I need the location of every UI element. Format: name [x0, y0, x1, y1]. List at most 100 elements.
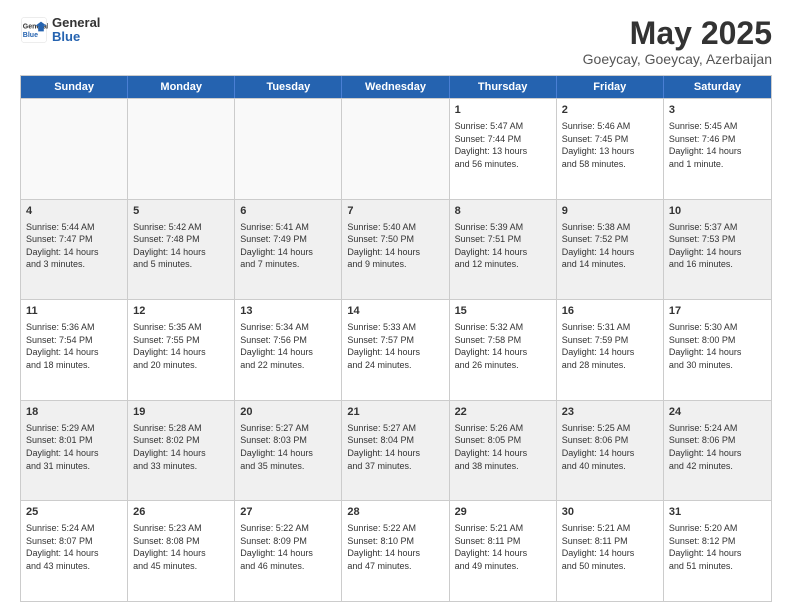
day-info: Sunrise: 5:46 AM Sunset: 7:45 PM Dayligh… — [562, 121, 635, 169]
calendar-cell: 16 Sunrise: 5:31 AM Sunset: 7:59 PM Dayli… — [557, 300, 664, 400]
day-number: 25 — [26, 505, 122, 520]
header-day-monday: Monday — [128, 76, 235, 98]
calendar-cell: 22 Sunrise: 5:26 AM Sunset: 8:05 PM Dayli… — [450, 401, 557, 501]
day-number: 22 — [455, 405, 551, 420]
day-info: Sunrise: 5:24 AM Sunset: 8:07 PM Dayligh… — [26, 523, 99, 571]
calendar-cell: 13Sunrise: 5:34 AM Sunset: 7:56 PM Dayli… — [235, 300, 342, 400]
day-number: 6 — [240, 204, 336, 219]
day-number: 20 — [240, 405, 336, 420]
day-info: Sunrise: 5:30 AM Sunset: 8:00 PM Dayligh… — [669, 322, 742, 370]
day-number: 7 — [347, 204, 443, 219]
calendar-cell: 24 Sunrise: 5:24 AM Sunset: 8:06 PM Dayli… — [664, 401, 771, 501]
day-number: 10 — [669, 204, 766, 219]
day-number: 1 — [455, 103, 551, 118]
page-title: May 2025 — [583, 16, 772, 51]
day-info: Sunrise: 5:27 AM Sunset: 8:03 PM Dayligh… — [240, 423, 313, 471]
calendar-row-1: 1 Sunrise: 5:47 AM Sunset: 7:44 PM Daylig… — [21, 98, 771, 199]
day-number: 15 — [455, 304, 551, 319]
day-number: 23 — [562, 405, 658, 420]
day-info: Sunrise: 5:21 AM Sunset: 8:11 PM Dayligh… — [455, 523, 528, 571]
day-info: Sunrise: 5:28 AM Sunset: 8:02 PM Dayligh… — [133, 423, 206, 471]
day-number: 19 — [133, 405, 229, 420]
day-info: Sunrise: 5:37 AM Sunset: 7:53 PM Dayligh… — [669, 222, 742, 270]
calendar-row-3: 11 Sunrise: 5:36 AM Sunset: 7:54 PM Dayli… — [21, 299, 771, 400]
day-info: Sunrise: 5:25 AM Sunset: 8:06 PM Dayligh… — [562, 423, 635, 471]
day-number: 2 — [562, 103, 658, 118]
calendar-cell: 18Sunrise: 5:29 AM Sunset: 8:01 PM Dayli… — [21, 401, 128, 501]
day-info: Sunrise: 5:27 AM Sunset: 8:04 PM Dayligh… — [347, 423, 420, 471]
header-day-sunday: Sunday — [21, 76, 128, 98]
day-number: 5 — [133, 204, 229, 219]
header-day-wednesday: Wednesday — [342, 76, 449, 98]
day-info: Sunrise: 5:20 AM Sunset: 8:12 PM Dayligh… — [669, 523, 742, 571]
calendar-cell: 9Sunrise: 5:38 AM Sunset: 7:52 PM Daylig… — [557, 200, 664, 300]
day-info: Sunrise: 5:39 AM Sunset: 7:51 PM Dayligh… — [455, 222, 528, 270]
day-number: 31 — [669, 505, 766, 520]
day-number: 12 — [133, 304, 229, 319]
calendar-cell: 23 Sunrise: 5:25 AM Sunset: 8:06 PM Dayli… — [557, 401, 664, 501]
calendar-cell: 30 Sunrise: 5:21 AM Sunset: 8:11 PM Dayli… — [557, 501, 664, 601]
calendar: SundayMondayTuesdayWednesdayThursdayFrid… — [20, 75, 772, 602]
calendar-cell: 11 Sunrise: 5:36 AM Sunset: 7:54 PM Dayli… — [21, 300, 128, 400]
calendar-cell: 25 Sunrise: 5:24 AM Sunset: 8:07 PM Dayli… — [21, 501, 128, 601]
day-number: 24 — [669, 405, 766, 420]
header-day-thursday: Thursday — [450, 76, 557, 98]
day-info: Sunrise: 5:24 AM Sunset: 8:06 PM Dayligh… — [669, 423, 742, 471]
day-info: Sunrise: 5:36 AM Sunset: 7:54 PM Dayligh… — [26, 322, 99, 370]
day-number: 8 — [455, 204, 551, 219]
calendar-cell: 15Sunrise: 5:32 AM Sunset: 7:58 PM Dayli… — [450, 300, 557, 400]
day-number: 14 — [347, 304, 443, 319]
calendar-row-4: 18Sunrise: 5:29 AM Sunset: 8:01 PM Dayli… — [21, 400, 771, 501]
logo-text-line1: General — [52, 16, 100, 30]
day-info: Sunrise: 5:34 AM Sunset: 7:56 PM Dayligh… — [240, 322, 313, 370]
day-info: Sunrise: 5:22 AM Sunset: 8:10 PM Dayligh… — [347, 523, 420, 571]
calendar-cell: 20 Sunrise: 5:27 AM Sunset: 8:03 PM Dayli… — [235, 401, 342, 501]
day-info: Sunrise: 5:42 AM Sunset: 7:48 PM Dayligh… — [133, 222, 206, 270]
calendar-cell: 29 Sunrise: 5:21 AM Sunset: 8:11 PM Dayli… — [450, 501, 557, 601]
page: General Blue General Blue May 2025 Goeyc… — [0, 0, 792, 612]
day-number: 29 — [455, 505, 551, 520]
calendar-cell: 8 Sunrise: 5:39 AM Sunset: 7:51 PM Daylig… — [450, 200, 557, 300]
calendar-header: SundayMondayTuesdayWednesdayThursdayFrid… — [21, 76, 771, 98]
calendar-cell — [235, 99, 342, 199]
day-number: 27 — [240, 505, 336, 520]
header-day-friday: Friday — [557, 76, 664, 98]
calendar-cell: 19 Sunrise: 5:28 AM Sunset: 8:02 PM Dayli… — [128, 401, 235, 501]
calendar-row-2: 4Sunrise: 5:44 AM Sunset: 7:47 PM Daylig… — [21, 199, 771, 300]
calendar-cell: 21 Sunrise: 5:27 AM Sunset: 8:04 PM Dayli… — [342, 401, 449, 501]
day-info: Sunrise: 5:23 AM Sunset: 8:08 PM Dayligh… — [133, 523, 206, 571]
day-info: Sunrise: 5:35 AM Sunset: 7:55 PM Dayligh… — [133, 322, 206, 370]
day-number: 16 — [562, 304, 658, 319]
day-number: 4 — [26, 204, 122, 219]
day-info: Sunrise: 5:26 AM Sunset: 8:05 PM Dayligh… — [455, 423, 528, 471]
svg-text:Blue: Blue — [23, 32, 38, 39]
calendar-cell: 5 Sunrise: 5:42 AM Sunset: 7:48 PM Daylig… — [128, 200, 235, 300]
day-info: Sunrise: 5:21 AM Sunset: 8:11 PM Dayligh… — [562, 523, 635, 571]
calendar-row-5: 25 Sunrise: 5:24 AM Sunset: 8:07 PM Dayli… — [21, 500, 771, 601]
header-day-saturday: Saturday — [664, 76, 771, 98]
calendar-cell: 10 Sunrise: 5:37 AM Sunset: 7:53 PM Dayli… — [664, 200, 771, 300]
day-info: Sunrise: 5:31 AM Sunset: 7:59 PM Dayligh… — [562, 322, 635, 370]
calendar-cell: 17 Sunrise: 5:30 AM Sunset: 8:00 PM Dayli… — [664, 300, 771, 400]
day-info: Sunrise: 5:22 AM Sunset: 8:09 PM Dayligh… — [240, 523, 313, 571]
day-number: 26 — [133, 505, 229, 520]
logo-text-line2: Blue — [52, 30, 100, 44]
calendar-cell: 6Sunrise: 5:41 AM Sunset: 7:49 PM Daylig… — [235, 200, 342, 300]
logo-icon: General Blue — [20, 16, 48, 44]
calendar-cell: 31 Sunrise: 5:20 AM Sunset: 8:12 PM Dayli… — [664, 501, 771, 601]
calendar-cell: 2 Sunrise: 5:46 AM Sunset: 7:45 PM Daylig… — [557, 99, 664, 199]
day-info: Sunrise: 5:38 AM Sunset: 7:52 PM Dayligh… — [562, 222, 635, 270]
calendar-cell: 7Sunrise: 5:40 AM Sunset: 7:50 PM Daylig… — [342, 200, 449, 300]
day-number: 30 — [562, 505, 658, 520]
calendar-cell: 26 Sunrise: 5:23 AM Sunset: 8:08 PM Dayli… — [128, 501, 235, 601]
day-info: Sunrise: 5:33 AM Sunset: 7:57 PM Dayligh… — [347, 322, 420, 370]
day-number: 21 — [347, 405, 443, 420]
calendar-cell: 1 Sunrise: 5:47 AM Sunset: 7:44 PM Daylig… — [450, 99, 557, 199]
day-number: 11 — [26, 304, 122, 319]
day-info: Sunrise: 5:45 AM Sunset: 7:46 PM Dayligh… — [669, 121, 742, 169]
day-number: 28 — [347, 505, 443, 520]
logo: General Blue General Blue — [20, 16, 100, 45]
day-number: 17 — [669, 304, 766, 319]
calendar-cell: 28 Sunrise: 5:22 AM Sunset: 8:10 PM Dayli… — [342, 501, 449, 601]
day-info: Sunrise: 5:47 AM Sunset: 7:44 PM Dayligh… — [455, 121, 528, 169]
